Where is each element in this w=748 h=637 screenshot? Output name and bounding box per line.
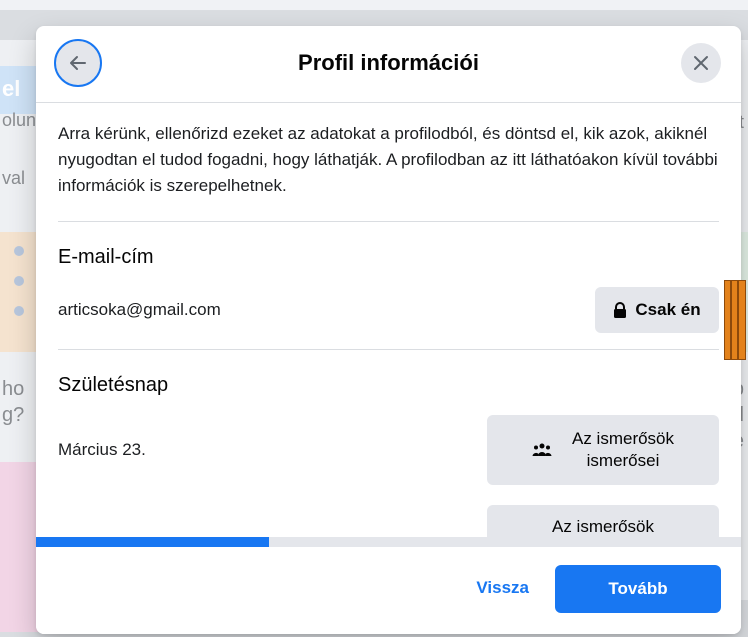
next-audience-label: Az ismerősök xyxy=(551,517,655,536)
email-section-title: E-mail-cím xyxy=(58,246,154,268)
dialog-header: Profil információi xyxy=(36,26,741,103)
email-audience-button[interactable]: Csak én xyxy=(595,287,719,333)
email-value: articsoka@gmail.com xyxy=(58,300,221,319)
profile-info-dialog: Profil információi Arra kérünk, ellenőri… xyxy=(36,26,741,634)
birthday-row: Március 23. Az ismerősök ismerősei xyxy=(58,415,719,485)
next-audience-button[interactable]: Az ismerősök xyxy=(487,505,719,537)
dialog-title: Profil információi xyxy=(298,50,479,75)
friends-of-friends-icon xyxy=(532,443,552,456)
drag-handle[interactable] xyxy=(724,280,746,360)
divider xyxy=(58,221,719,222)
birthday-audience-label-line2: ismerősei xyxy=(586,451,660,470)
next-button[interactable]: Tovább xyxy=(555,565,721,613)
email-row: articsoka@gmail.com Csak én xyxy=(58,287,719,333)
close-icon xyxy=(694,56,708,70)
birthday-audience-label-line1: Az ismerősök xyxy=(571,429,675,448)
background-orange-card xyxy=(0,232,36,352)
background-pink-card xyxy=(0,462,40,632)
email-audience-label: Csak én xyxy=(635,300,701,319)
bg-fragment-4: ho xyxy=(2,378,25,400)
divider xyxy=(58,349,719,350)
bg-fragment-5: g? xyxy=(2,404,25,426)
bg-dot-icon xyxy=(14,246,24,256)
birthday-value: Március 23. xyxy=(58,440,146,459)
progress-fill xyxy=(36,537,269,547)
background-topbar xyxy=(0,0,748,10)
progress-bar xyxy=(36,537,741,547)
birthday-audience-button[interactable]: Az ismerősök ismerősei xyxy=(487,415,719,485)
bg-dot-icon xyxy=(14,276,24,286)
birthday-section-title: Születésnap xyxy=(58,374,169,396)
dialog-footer: Vissza Tovább xyxy=(36,548,741,634)
bg-fragment-2: olun xyxy=(2,110,37,130)
next-row: Az ismerősök xyxy=(58,505,719,537)
birthday-audience-label: Az ismerősök ismerősei xyxy=(572,428,674,472)
lock-icon xyxy=(614,302,627,318)
bg-fragment-3: val xyxy=(2,168,26,188)
bg-fragment-1: el xyxy=(2,76,21,101)
intro-text: Arra kérünk, ellenőrizd ezeket az adatok… xyxy=(58,124,718,195)
bg-dot-icon xyxy=(14,306,24,316)
close-button[interactable] xyxy=(681,43,721,83)
back-link[interactable]: Vissza xyxy=(476,578,529,598)
dialog-body[interactable]: Arra kérünk, ellenőrizd ezeket az adatok… xyxy=(58,103,719,537)
